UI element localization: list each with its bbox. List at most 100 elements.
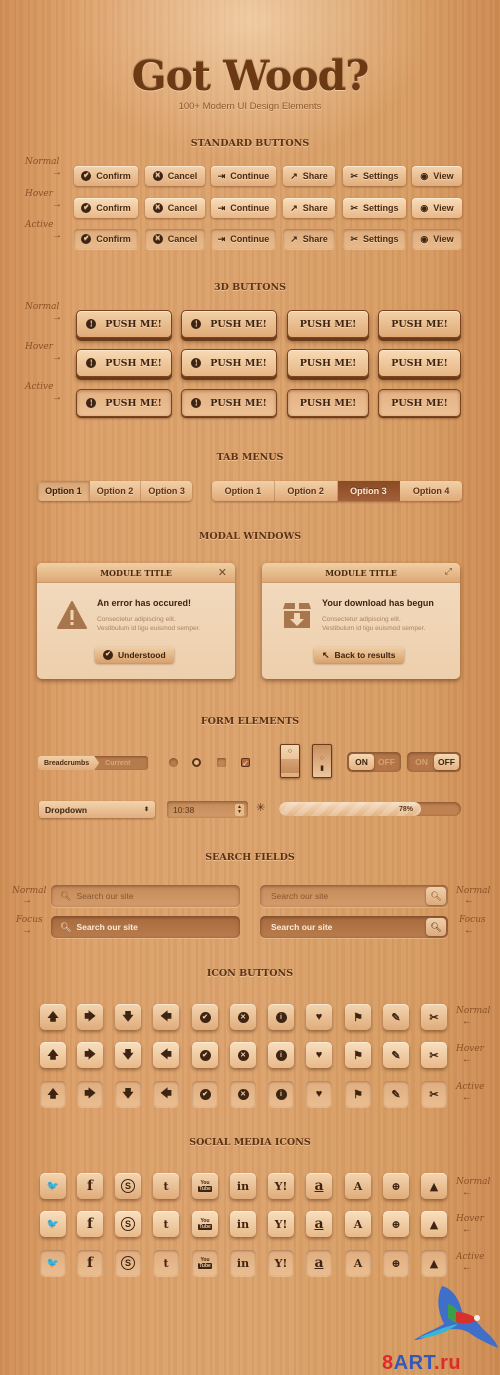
settings-button[interactable]: ✂ Settings xyxy=(343,198,406,218)
tab-option-1[interactable]: Option 1 xyxy=(212,481,275,501)
confirm-button[interactable]: ✔ Confirm xyxy=(74,198,138,218)
info-button[interactable]: i xyxy=(268,1042,294,1068)
dribbble-button[interactable]: ⊕ xyxy=(383,1173,409,1199)
youtube-button[interactable]: You Tube xyxy=(192,1173,218,1199)
arrow-left-button[interactable]: 🡄 xyxy=(153,1004,179,1030)
tab-option-2[interactable]: Option 2 xyxy=(275,481,338,501)
rocker-switch-on[interactable]: ○ ▮ xyxy=(312,744,332,778)
tab-option-4[interactable]: Option 4 xyxy=(400,481,462,501)
dribbble-button[interactable]: ⊕ xyxy=(383,1250,409,1276)
heart-button[interactable]: ♥ xyxy=(306,1081,332,1107)
arrow-up-button[interactable]: 🡅 xyxy=(40,1004,66,1030)
toggle-switch-off[interactable]: ON OFF xyxy=(407,752,461,772)
yahoo-button[interactable]: Y! xyxy=(268,1173,294,1199)
facebook-button[interactable]: f xyxy=(77,1250,103,1276)
push-me-button[interactable]: ! PUSH ME! xyxy=(76,349,172,377)
app-store-button[interactable]: A xyxy=(345,1250,371,1276)
facebook-button[interactable]: f xyxy=(77,1173,103,1199)
spinner-arrows-icon[interactable]: ▲ ▼ xyxy=(235,803,244,816)
forrst-button[interactable]: ▲ xyxy=(421,1211,447,1237)
cancel-button[interactable]: ✕ xyxy=(230,1004,256,1030)
share-button[interactable]: ↗ Share xyxy=(283,166,335,186)
arrow-down-button[interactable]: 🡇 xyxy=(115,1081,141,1107)
linkedin-button[interactable]: in xyxy=(230,1211,256,1237)
arrow-up-button[interactable]: 🡅 xyxy=(40,1081,66,1107)
radio-checked[interactable] xyxy=(192,758,201,767)
app-store-button[interactable]: A xyxy=(345,1211,371,1237)
edit-button[interactable]: ✎ xyxy=(383,1042,409,1068)
skype-button[interactable]: S xyxy=(115,1173,141,1199)
tumblr-button[interactable]: t xyxy=(153,1173,179,1199)
yahoo-button[interactable]: Y! xyxy=(268,1250,294,1276)
back-to-results-button[interactable]: ↖ Back to results xyxy=(314,647,404,663)
amazon-button[interactable]: a xyxy=(306,1211,332,1237)
flag-button[interactable]: ⚑ xyxy=(345,1004,371,1030)
continue-button[interactable]: ⇥ Continue xyxy=(211,166,276,186)
share-button[interactable]: ↗ Share xyxy=(283,229,335,249)
push-me-button[interactable]: PUSH ME! xyxy=(287,389,369,417)
check-button[interactable]: ✔ xyxy=(192,1042,218,1068)
push-me-button[interactable]: PUSH ME! xyxy=(287,310,369,338)
time-spinner[interactable]: 10:38 ▲ ▼ xyxy=(167,801,248,818)
search-input-with-button-focus[interactable]: Search our site 🔍︎ xyxy=(260,916,448,938)
checkbox-checked[interactable]: ✓ xyxy=(241,758,250,768)
cancel-button[interactable]: ✕ Cancel xyxy=(145,229,205,249)
push-me-button[interactable]: ! PUSH ME! xyxy=(181,389,277,417)
flag-button[interactable]: ⚑ xyxy=(345,1042,371,1068)
continue-button[interactable]: ⇥ Continue xyxy=(211,198,276,218)
dribbble-button[interactable]: ⊕ xyxy=(383,1211,409,1237)
dropdown-select[interactable]: Dropdown ⬍ xyxy=(39,801,155,818)
understood-button[interactable]: ✔ Understood xyxy=(95,647,174,663)
view-button[interactable]: ◉ View xyxy=(412,166,462,186)
heart-button[interactable]: ♥ xyxy=(306,1042,332,1068)
youtube-button[interactable]: You Tube xyxy=(192,1250,218,1276)
search-input-normal[interactable]: 🔍︎ Search our site xyxy=(51,885,240,907)
cancel-button[interactable]: ✕ Cancel xyxy=(145,198,205,218)
edit-button[interactable]: ✎ xyxy=(383,1004,409,1030)
arrow-right-button[interactable]: 🡆 xyxy=(77,1042,103,1068)
heart-button[interactable]: ♥ xyxy=(306,1004,332,1030)
push-me-button[interactable]: ! PUSH ME! xyxy=(181,349,277,377)
facebook-button[interactable]: f xyxy=(77,1211,103,1237)
view-button[interactable]: ◉ View xyxy=(412,198,462,218)
info-button[interactable]: i xyxy=(268,1081,294,1107)
info-button[interactable]: i xyxy=(268,1004,294,1030)
checkbox-unchecked[interactable] xyxy=(217,758,226,767)
youtube-button[interactable]: You Tube xyxy=(192,1211,218,1237)
expand-icon[interactable]: ⤢ xyxy=(445,566,452,577)
cancel-button[interactable]: ✕ xyxy=(230,1081,256,1107)
skype-button[interactable]: S xyxy=(115,1211,141,1237)
rocker-switch-off[interactable]: ○ xyxy=(280,744,300,778)
share-button[interactable]: ↗ Share xyxy=(283,198,335,218)
radio-unchecked[interactable] xyxy=(169,758,178,767)
tools-button[interactable]: ✂ xyxy=(421,1081,447,1107)
search-button[interactable]: 🔍︎ xyxy=(426,918,446,936)
amazon-button[interactable]: a xyxy=(306,1173,332,1199)
push-me-button[interactable]: PUSH ME! xyxy=(287,349,369,377)
linkedin-button[interactable]: in xyxy=(230,1173,256,1199)
arrow-up-button[interactable]: 🡅 xyxy=(40,1042,66,1068)
linkedin-button[interactable]: in xyxy=(230,1250,256,1276)
push-me-button[interactable]: ! PUSH ME! xyxy=(76,310,172,338)
tools-button[interactable]: ✂ xyxy=(421,1042,447,1068)
confirm-button[interactable]: ✔ Confirm xyxy=(74,229,138,249)
twitter-button[interactable]: 🐦 xyxy=(40,1250,66,1276)
tools-button[interactable]: ✂ xyxy=(421,1004,447,1030)
toggle-switch-on[interactable]: ON OFF xyxy=(347,752,401,772)
view-button[interactable]: ◉ View xyxy=(412,229,462,249)
forrst-button[interactable]: ▲ xyxy=(421,1250,447,1276)
yahoo-button[interactable]: Y! xyxy=(268,1211,294,1237)
settings-button[interactable]: ✂ Settings xyxy=(343,229,406,249)
check-button[interactable]: ✔ xyxy=(192,1081,218,1107)
skype-button[interactable]: S xyxy=(115,1250,141,1276)
check-button[interactable]: ✔ xyxy=(192,1004,218,1030)
confirm-button[interactable]: ✔ Confirm xyxy=(74,166,138,186)
tab-option-3[interactable]: Option 3 xyxy=(337,481,401,501)
arrow-right-button[interactable]: 🡆 xyxy=(77,1004,103,1030)
app-store-button[interactable]: A xyxy=(345,1173,371,1199)
tab-option-2[interactable]: Option 2 xyxy=(90,481,142,501)
push-me-button[interactable]: PUSH ME! xyxy=(378,349,461,377)
tab-option-1[interactable]: Option 1 xyxy=(38,481,90,501)
arrow-left-button[interactable]: 🡄 xyxy=(153,1081,179,1107)
breadcrumb-item[interactable]: Breadcrumbs xyxy=(38,756,100,770)
